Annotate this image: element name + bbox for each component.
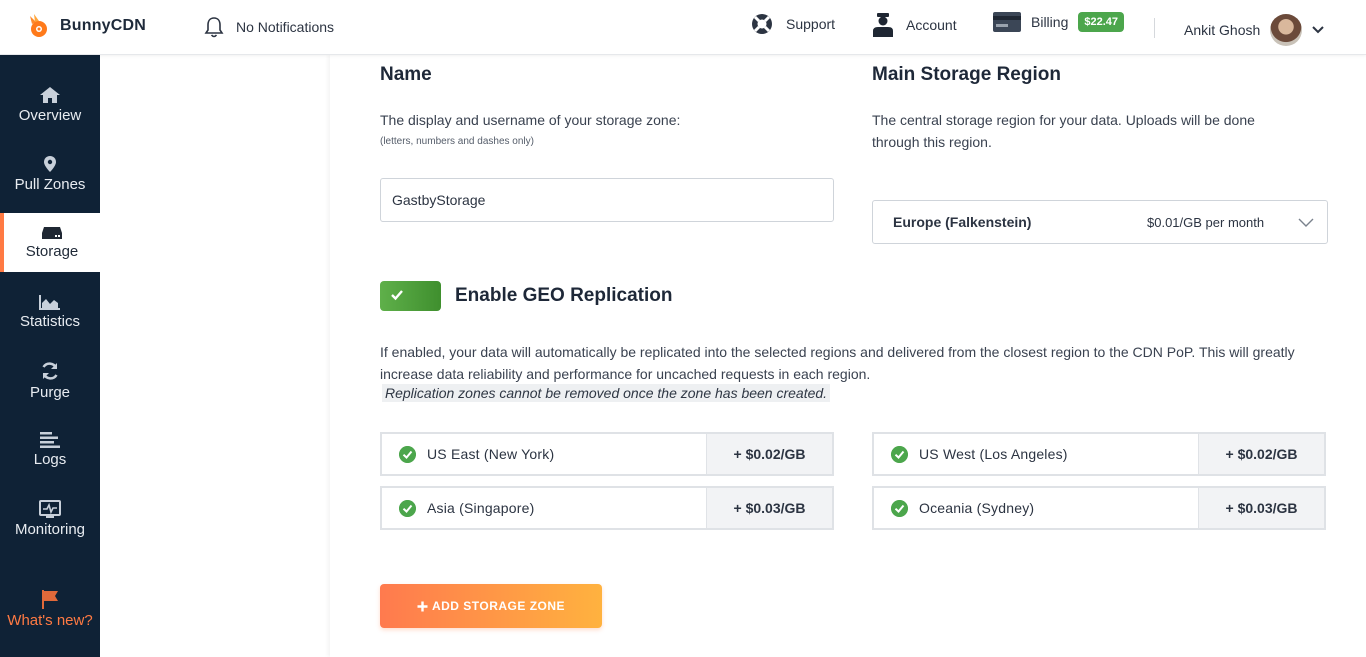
sidebar-item-label: Purge	[29, 383, 71, 401]
avatar	[1270, 14, 1303, 46]
geo-replication-note: Replication zones cannot be removed once…	[382, 384, 831, 402]
check-circle-icon	[891, 500, 908, 517]
chevron-down-icon	[1312, 26, 1324, 34]
region-price: $0.01/GB per month	[1147, 214, 1265, 230]
zone-oceania[interactable]: Oceania (Sydney) + $0.03/GB	[872, 486, 1326, 530]
zone-us-west[interactable]: US West (Los Angeles) + $0.02/GB	[872, 432, 1326, 476]
user-menu[interactable]: Ankit Ghosh	[1184, 14, 1324, 46]
notifications[interactable]: No Notifications	[204, 16, 334, 38]
zone-price: + $0.02/GB	[706, 434, 832, 474]
zone-name: US West (Los Angeles)	[919, 446, 1068, 462]
zone-asia[interactable]: Asia (Singapore) + $0.03/GB	[380, 486, 834, 530]
name-heading: Name	[380, 64, 432, 85]
sidebar-item-monitoring[interactable]: Monitoring	[0, 489, 100, 548]
sidebar-item-label: Storage	[25, 242, 79, 260]
sidebar-item-pull-zones[interactable]: Pull Zones	[0, 144, 100, 203]
storage-icon	[42, 226, 62, 239]
map-pin-icon	[44, 155, 56, 172]
zone-price: + $0.03/GB	[706, 488, 832, 528]
lifebuoy-icon	[752, 14, 772, 34]
whats-new-label: What's new?	[7, 611, 93, 629]
zone-price: + $0.02/GB	[1198, 434, 1324, 474]
geo-replication-description: If enabled, your data will automatically…	[380, 344, 1295, 382]
zone-price: + $0.03/GB	[1198, 488, 1324, 528]
geo-replication-toggle[interactable]	[380, 281, 441, 311]
flag-icon	[42, 589, 58, 609]
sidebar-item-label: Monitoring	[14, 520, 86, 538]
add-storage-zone-button[interactable]: ADD STORAGE ZONE	[380, 584, 602, 628]
refresh-icon	[42, 361, 58, 380]
add-storage-zone-label: ADD STORAGE ZONE	[431, 599, 566, 613]
chevron-down-icon	[1298, 218, 1314, 227]
home-icon	[40, 86, 60, 103]
region-selected: Europe (Falkenstein)	[893, 214, 1032, 230]
name-hint: (letters, numbers and dashes only)	[380, 136, 534, 147]
check-circle-icon	[399, 446, 416, 463]
user-name: Ankit Ghosh	[1184, 22, 1261, 38]
bunny-logo-icon	[30, 14, 47, 37]
chart-icon	[39, 294, 60, 310]
credit-card-icon	[993, 12, 1021, 32]
list-icon	[40, 431, 60, 448]
sidebar-item-label: Statistics	[19, 312, 80, 330]
sidebar-item-logs[interactable]: Logs	[0, 420, 100, 479]
sidebar-item-statistics[interactable]: Statistics	[0, 282, 100, 341]
account-label: Account	[906, 17, 957, 33]
billing-label: Billing	[1031, 14, 1069, 30]
support-link[interactable]: Support	[750, 12, 835, 36]
sidebar-item-label: Overview	[18, 106, 82, 124]
brand-logo[interactable]: BunnyCDN	[24, 12, 146, 40]
sidebar-item-purge[interactable]: Purge	[0, 351, 100, 410]
zone-name: Asia (Singapore)	[427, 500, 535, 516]
storage-name-input[interactable]: GastbyStorage	[380, 178, 834, 222]
region-heading: Main Storage Region	[872, 64, 1061, 85]
plus-icon	[417, 601, 428, 611]
region-description: The central storage region for your data…	[872, 112, 1255, 150]
balance-badge: $22.47	[1078, 12, 1125, 32]
monitor-icon	[39, 499, 61, 518]
sidebar-item-label: Pull Zones	[14, 175, 86, 193]
check-circle-icon	[891, 446, 908, 463]
billing-link[interactable]: Billing $22.47	[993, 12, 1125, 32]
geo-replication-title: Enable GEO Replication	[455, 285, 673, 306]
bell-icon	[204, 17, 224, 38]
check-circle-icon	[399, 500, 416, 517]
top-bar: BunnyCDN No Notifications Support Accoun…	[0, 0, 1366, 55]
zone-name: US East (New York)	[427, 446, 555, 462]
user-icon	[873, 13, 893, 37]
notifications-label: No Notifications	[236, 19, 335, 35]
brand-name: BunnyCDN	[60, 17, 147, 34]
zone-name: Oceania (Sydney)	[919, 500, 1035, 516]
sidebar: Overview Pull Zones Storage Statistics P…	[0, 55, 100, 657]
support-label: Support	[786, 16, 836, 32]
zone-us-east[interactable]: US East (New York) + $0.02/GB	[380, 432, 834, 476]
whats-new-link[interactable]: What's new?	[0, 579, 100, 638]
left-gutter	[100, 55, 330, 657]
sidebar-item-label: Logs	[33, 450, 67, 468]
divider	[1154, 18, 1155, 38]
account-link[interactable]: Account	[872, 12, 957, 38]
name-description: The display and username of your storage…	[380, 112, 681, 128]
sidebar-item-storage[interactable]: Storage	[0, 213, 100, 272]
sidebar-item-overview[interactable]: Overview	[0, 75, 100, 134]
region-select[interactable]: Europe (Falkenstein) $0.01/GB per month	[872, 200, 1328, 244]
check-icon	[391, 290, 403, 301]
